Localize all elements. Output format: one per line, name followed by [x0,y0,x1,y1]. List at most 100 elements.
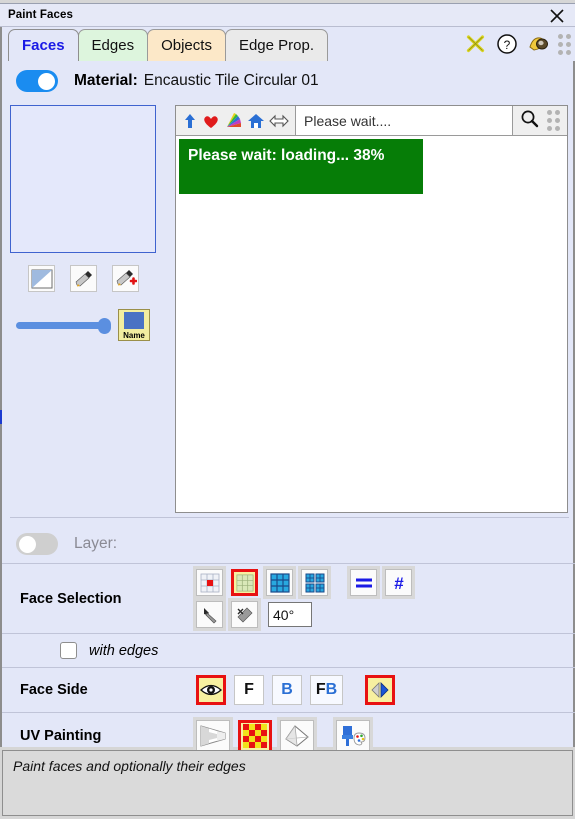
material-preview[interactable] [10,105,156,253]
main-content: Name Please wait.... Please wait: loadin… [10,105,568,517]
checker-map-button[interactable] [238,719,272,753]
gradient-button[interactable] [28,265,55,292]
hash-grid-icon: # [394,574,404,593]
toggle-knob [38,72,55,90]
back-face-button[interactable]: B [272,675,302,705]
projection-cone-icon [200,725,226,747]
face-selection-row: Face Selection # 40° [2,563,575,633]
angle-input[interactable]: 40° [268,602,312,627]
tab-edges-label: Edges [91,37,135,54]
magic-wand-icon [237,607,252,622]
front-back-button[interactable]: FB [310,675,343,705]
tab-faces-label: Faces [22,37,65,54]
uv-painting-controls [192,716,374,756]
tab-objects-label: Objects [161,37,212,54]
uv-painting-label: UV Painting [20,728,102,744]
search-input[interactable]: Please wait.... [296,106,513,135]
hash-grid-button[interactable]: # [382,566,415,599]
tab-objects[interactable]: Objects [147,29,226,61]
parallel-lines-button[interactable] [347,566,380,599]
both-sides-icon [371,682,389,698]
eyedropper-add-icon [116,269,137,285]
material-label: Material: [74,72,138,89]
projection-cone-button[interactable] [193,716,233,756]
browser-toolbar-right [513,109,567,133]
tab-edge-prop[interactable]: Edge Prop. [224,29,329,61]
name-swatch-button[interactable]: Name [118,309,150,341]
search-icon[interactable] [520,109,539,133]
title-bar: Paint Faces [0,3,575,27]
face-groups-button[interactable] [298,566,331,599]
color-fan-icon[interactable] [224,112,243,130]
panel-body: Faces Edges Objects Edge Prop. ? Materia… [0,27,575,756]
eyedropper-add-button[interactable] [112,265,139,292]
opacity-slider-row: Name [16,309,170,341]
help-icon[interactable]: ? [496,33,518,55]
all-faces-icon [269,572,290,593]
wireframe-mesh-icon [285,725,309,747]
svg-text:#: # [394,574,404,593]
material-value: Encaustic Tile Circular 01 [143,72,319,89]
both-sides-button[interactable] [365,675,395,705]
swap-arrows-icon[interactable] [269,112,289,130]
single-face-button[interactable] [193,566,226,599]
face-side-row: Face Side F B FB [2,667,575,712]
grip-handle-icon[interactable] [558,33,571,55]
single-face-icon [200,573,219,592]
grip-handle-icon[interactable] [547,110,560,131]
checker-map-icon [243,724,267,748]
paint-icon[interactable] [527,33,549,55]
tab-faces[interactable]: Faces [8,29,79,61]
status-bar: Paint faces and optionally their edges [2,750,573,816]
face-selection-controls: # 40° [192,566,416,631]
browser-toolbar: Please wait.... [176,106,567,136]
face-selection-row-1: # [192,566,416,599]
tab-edge-prop-label: Edge Prop. [238,37,315,54]
front-face-button[interactable]: F [234,675,264,705]
layer-row: Layer: [2,525,575,563]
connected-faces-button[interactable] [231,569,258,596]
loading-progress-bar: Please wait: loading... 38% [179,139,423,194]
material-toggle[interactable] [16,70,58,92]
close-button[interactable] [546,5,568,27]
home-icon[interactable] [247,112,265,130]
material-browser: Please wait.... Please wait: loading... … [175,105,568,513]
close-icon [550,9,564,23]
gradient-icon [31,269,52,288]
heart-icon[interactable] [202,112,220,130]
paint-faces-dialog: Paint Faces Faces Edges Objects Edge Pro… [0,0,575,819]
pick-arrow-button[interactable] [193,598,226,631]
with-edges-row: with edges [2,633,575,667]
eyedropper-button[interactable] [70,265,97,292]
magic-wand-button[interactable] [228,598,261,631]
slider-thumb[interactable] [98,317,111,334]
tab-tools: ? [465,33,571,55]
front-back-label: FB [315,681,338,698]
opacity-slider[interactable] [16,317,111,334]
all-faces-button[interactable] [263,566,296,599]
browser-nav-icons [176,106,296,135]
eyedropper-icon [75,270,92,286]
with-edges-label: with edges [89,642,159,659]
brush-palette-icon [342,726,366,746]
loading-progress-text: Please wait: loading... 38% [188,147,385,164]
panel-edge-marker [0,410,2,424]
connected-faces-icon [236,574,253,591]
tab-edges[interactable]: Edges [77,29,149,61]
brush-palette-button[interactable] [333,716,373,756]
up-arrow-icon[interactable] [182,112,198,130]
face-selection-row-2: 40° [192,598,416,631]
visible-eye-button[interactable] [196,675,226,705]
name-swatch-label: Name [123,331,145,340]
face-groups-icon [305,573,324,592]
back-face-label: B [281,681,293,698]
with-edges-checkbox[interactable] [60,642,77,659]
visible-eye-icon [200,684,222,696]
wireframe-mesh-button[interactable] [277,716,317,756]
layer-toggle[interactable] [16,533,58,555]
svg-text:?: ? [504,38,511,52]
front-face-label: F [244,681,254,698]
tools-icon[interactable] [465,33,487,55]
status-text: Paint faces and optionally their edges [13,758,246,774]
tab-bar: Faces Edges Objects Edge Prop. ? [2,27,575,61]
